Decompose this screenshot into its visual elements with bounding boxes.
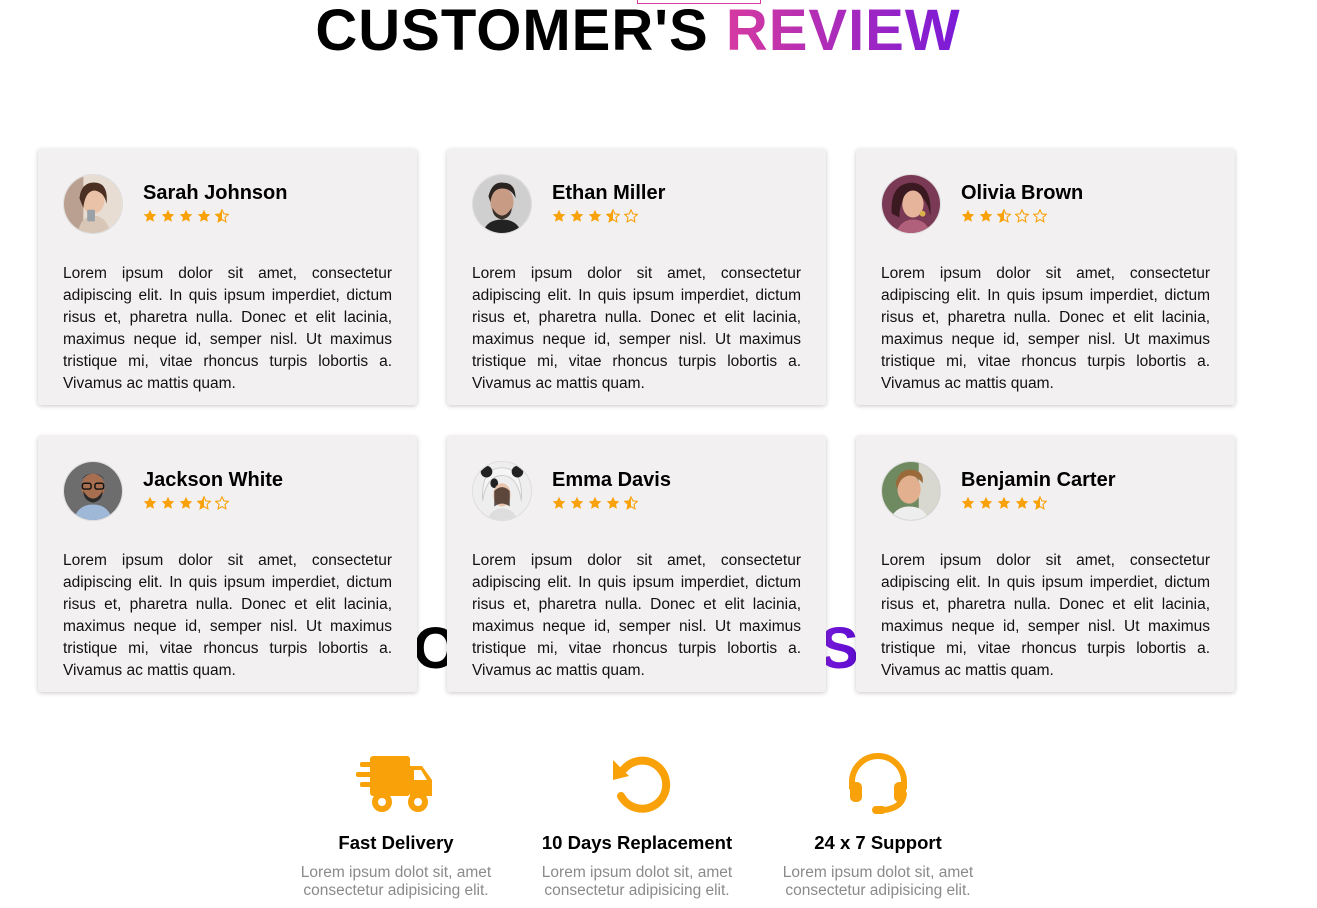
star-full-icon <box>552 496 566 509</box>
feature-support: 24 x 7 Support Lorem ipsum dolot sit, am… <box>773 752 983 900</box>
star-rating <box>143 209 287 223</box>
review-text: Lorem ipsum dolor sit amet, consectetur … <box>472 265 801 392</box>
review-text: Lorem ipsum dolor sit amet, consectetur … <box>881 265 1210 392</box>
star-full-icon <box>143 209 157 222</box>
star-full-icon <box>161 496 175 509</box>
reviewer-name: Olivia Brown <box>961 182 1084 204</box>
avatar <box>472 174 532 234</box>
star-full-icon <box>588 209 602 222</box>
avatar <box>881 461 941 521</box>
star-half-icon <box>997 209 1011 223</box>
star-full-icon <box>570 209 584 222</box>
reviewer-name: Sarah Johnson <box>143 182 288 204</box>
star-rating <box>552 496 671 510</box>
star-full-icon <box>161 209 175 222</box>
star-rating <box>961 496 1116 510</box>
review-card: Emma Davis Lorem ipsum dolor sit amet, c… <box>447 436 826 692</box>
reviewer-name: Ethan Miller <box>552 182 666 204</box>
star-half-icon <box>606 209 620 223</box>
feature-title: 10 Days Replacement <box>541 832 733 853</box>
star-full-icon <box>588 496 602 509</box>
review-card: Jackson White Lorem ipsum dolor sit amet… <box>38 436 417 692</box>
avatar <box>63 174 123 234</box>
star-rating <box>143 496 283 510</box>
star-half-icon <box>215 209 229 223</box>
review-card: Sarah Johnson Lorem ipsum dolor sit amet… <box>38 149 417 405</box>
star-full-icon <box>961 496 975 509</box>
star-full-icon <box>606 496 620 509</box>
review-card: Olivia Brown Lorem ipsum dolor sit amet,… <box>856 149 1235 405</box>
star-empty-icon <box>215 496 229 510</box>
review-card: Benjamin Carter Lorem ipsum dolor sit am… <box>856 436 1235 692</box>
star-full-icon <box>143 496 157 509</box>
feature-replacement: 10 Days Replacement Lorem ipsum dolot si… <box>532 752 742 900</box>
truck-fast-icon <box>356 756 432 812</box>
star-full-icon <box>552 209 566 222</box>
page-title-accent: REVIEW <box>725 0 961 63</box>
star-empty-icon <box>1033 209 1047 223</box>
star-full-icon <box>997 496 1011 509</box>
star-full-icon <box>979 496 993 509</box>
avatar <box>881 174 941 234</box>
star-half-icon <box>1033 496 1047 510</box>
review-text: Lorem ipsum dolor sit amet, consectetur … <box>63 552 392 679</box>
star-full-icon <box>961 209 975 222</box>
star-rating <box>961 209 1083 223</box>
rotate-left-icon <box>613 756 671 813</box>
star-half-icon <box>624 496 638 510</box>
feature-fast-delivery: Fast Delivery Lorem ipsum dolot sit, ame… <box>291 752 501 900</box>
feature-text: Lorem ipsum dolot sit, amet consectetur … <box>782 864 974 899</box>
star-rating <box>552 209 665 223</box>
reviewer-name: Jackson White <box>143 469 284 491</box>
feature-title: 24 x 7 Support <box>814 832 942 853</box>
star-full-icon <box>570 496 584 509</box>
star-empty-icon <box>624 209 638 223</box>
feature-text: Lorem ipsum dolot sit, amet consectetur … <box>541 864 733 899</box>
avatar <box>63 461 123 521</box>
star-full-icon <box>179 496 193 509</box>
review-text: Lorem ipsum dolor sit amet, consectetur … <box>63 265 392 392</box>
reviewer-name: Benjamin Carter <box>961 469 1116 491</box>
reviewer-name: Emma Davis <box>552 469 671 491</box>
review-card: Ethan Miller Lorem ipsum dolor sit amet,… <box>447 149 826 405</box>
avatar <box>472 461 532 521</box>
star-empty-icon <box>1015 209 1029 223</box>
star-full-icon <box>179 209 193 222</box>
page-title: CUSTOMER'S REVIEW <box>0 0 1276 62</box>
review-text: Lorem ipsum dolor sit amet, consectetur … <box>881 552 1210 679</box>
star-full-icon <box>979 209 993 222</box>
feature-text: Lorem ipsum dolot sit, amet consectetur … <box>300 864 492 899</box>
star-full-icon <box>1015 496 1029 509</box>
headset-icon <box>849 753 907 814</box>
page-title-main: CUSTOMER'S <box>315 0 726 63</box>
feature-title: Fast Delivery <box>338 832 454 853</box>
review-text: Lorem ipsum dolor sit amet, consectetur … <box>472 552 801 679</box>
star-half-icon <box>197 496 211 510</box>
star-full-icon <box>197 209 211 222</box>
